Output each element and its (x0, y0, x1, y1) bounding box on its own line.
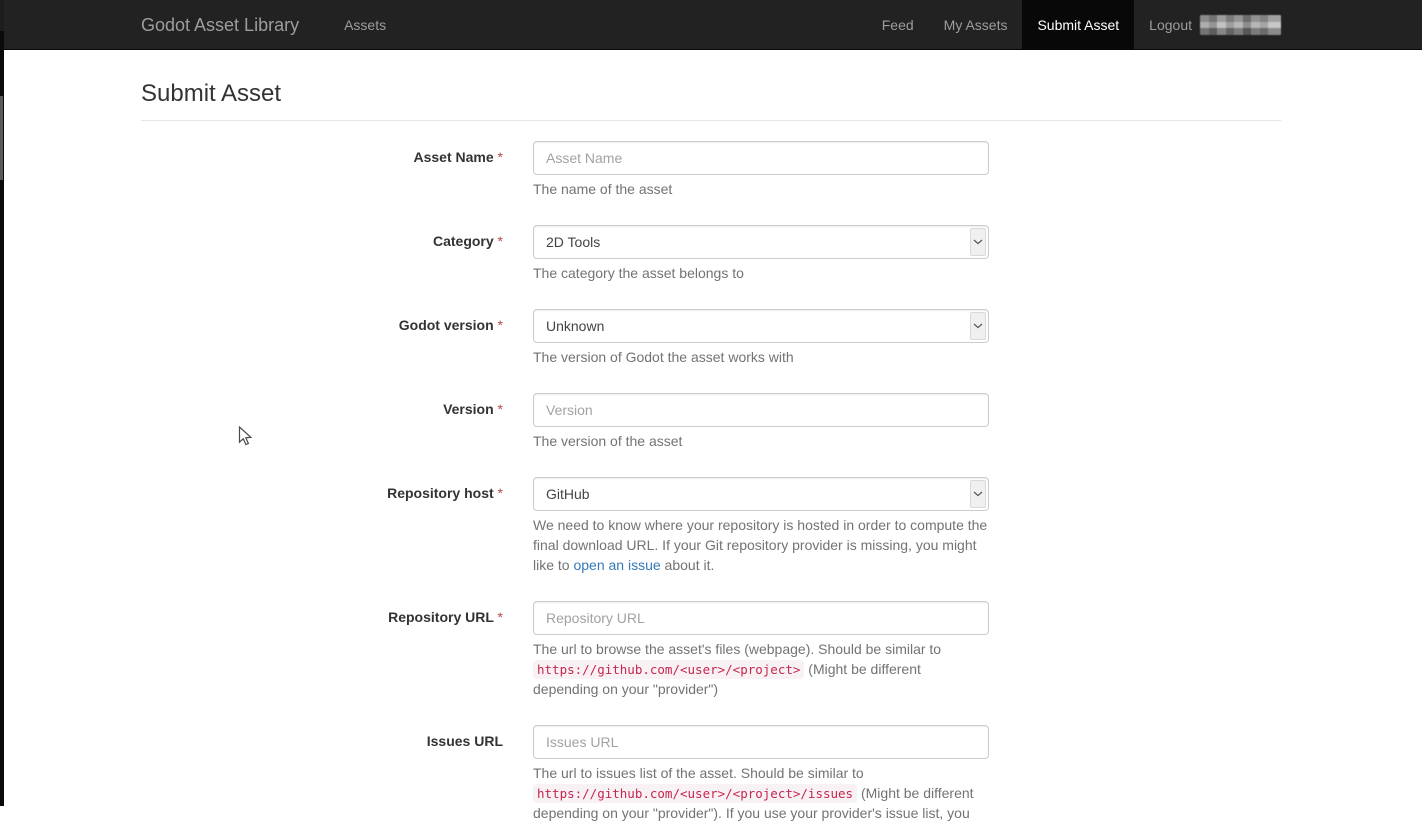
navbar: Godot Asset Library Assets Feed My Asset… (0, 0, 1422, 50)
godot-version-selected-value: Unknown (546, 318, 604, 334)
required-asterisk: * (498, 485, 503, 501)
nav-item-feed[interactable]: Feed (867, 0, 929, 50)
required-asterisk: * (498, 401, 503, 417)
navbar-left-nav: Assets (329, 0, 401, 50)
navbar-right-nav: Feed My Assets Submit Asset Logout (867, 0, 1296, 50)
godot-version-help: The version of Godot the asset works wit… (533, 348, 989, 368)
form-row-repository-host: Repository host * GitHub We need to know… (141, 477, 1281, 586)
godot-version-dropdown-button[interactable] (970, 312, 986, 340)
asset-name-help: The name of the asset (533, 180, 989, 200)
required-asterisk: * (498, 609, 503, 625)
main-content: Submit Asset Asset Name * The name of th… (126, 77, 1296, 834)
chevron-down-icon (973, 491, 983, 497)
category-dropdown-button[interactable] (970, 228, 986, 256)
repository-host-selected-value: GitHub (546, 486, 590, 502)
form-row-godot-version: Godot version * Unknown The version of G… (141, 309, 1281, 378)
form-row-category: Category * 2D Tools The category the ass… (141, 225, 1281, 294)
nav-item-my-assets[interactable]: My Assets (929, 0, 1023, 50)
form-row-version: Version * The version of the asset (141, 393, 1281, 462)
chevron-down-icon (973, 323, 983, 329)
version-label: Version * (141, 393, 518, 462)
screen-edge-strip (0, 0, 4, 806)
category-help: The category the asset belongs to (533, 264, 989, 284)
form-row-issues-url: Issues URL The url to issues list of the… (141, 725, 1281, 834)
screen-edge-scroll-thumb (0, 96, 3, 180)
version-help: The version of the asset (533, 432, 989, 452)
issues-url-input[interactable] (533, 725, 989, 759)
category-selected-value: 2D Tools (546, 234, 600, 250)
screen-edge-corner (0, 0, 4, 31)
nav-item-assets[interactable]: Assets (329, 0, 401, 50)
issues-url-label: Issues URL (141, 725, 518, 834)
godot-version-select[interactable]: Unknown (533, 309, 989, 343)
required-asterisk: * (498, 317, 503, 333)
repository-url-input[interactable] (533, 601, 989, 635)
open-an-issue-link[interactable]: open an issue (573, 557, 660, 573)
version-input[interactable] (533, 393, 989, 427)
repository-host-dropdown-button[interactable] (970, 480, 986, 508)
repository-host-label: Repository host * (141, 477, 518, 586)
repository-url-label: Repository URL * (141, 601, 518, 710)
logout-label: Logout (1149, 15, 1192, 35)
submit-asset-form: Asset Name * The name of the asset Categ… (141, 141, 1281, 834)
category-select[interactable]: 2D Tools (533, 225, 989, 259)
asset-name-label: Asset Name * (141, 141, 518, 210)
required-asterisk: * (498, 233, 503, 249)
repository-url-example-code: https://github.com/<user>/<project> (533, 660, 804, 679)
logout-username-redacted (1200, 15, 1281, 35)
chevron-down-icon (973, 239, 983, 245)
page-title: Submit Asset (141, 77, 1281, 121)
form-row-asset-name: Asset Name * The name of the asset (141, 141, 1281, 210)
issues-url-example-code: https://github.com/<user>/<project>/issu… (533, 784, 857, 803)
nav-item-logout[interactable]: Logout (1134, 0, 1296, 50)
godot-version-label: Godot version * (141, 309, 518, 378)
required-asterisk: * (498, 149, 503, 165)
repository-url-help: The url to browse the asset's files (web… (533, 640, 989, 700)
issues-url-help: The url to issues list of the asset. Sho… (533, 764, 989, 824)
nav-item-submit-asset[interactable]: Submit Asset (1022, 0, 1134, 50)
asset-name-input[interactable] (533, 141, 989, 175)
form-row-repository-url: Repository URL * The url to browse the a… (141, 601, 1281, 710)
navbar-brand[interactable]: Godot Asset Library (141, 0, 314, 50)
category-label: Category * (141, 225, 518, 294)
repository-host-select[interactable]: GitHub (533, 477, 989, 511)
repository-host-help: We need to know where your repository is… (533, 516, 989, 576)
